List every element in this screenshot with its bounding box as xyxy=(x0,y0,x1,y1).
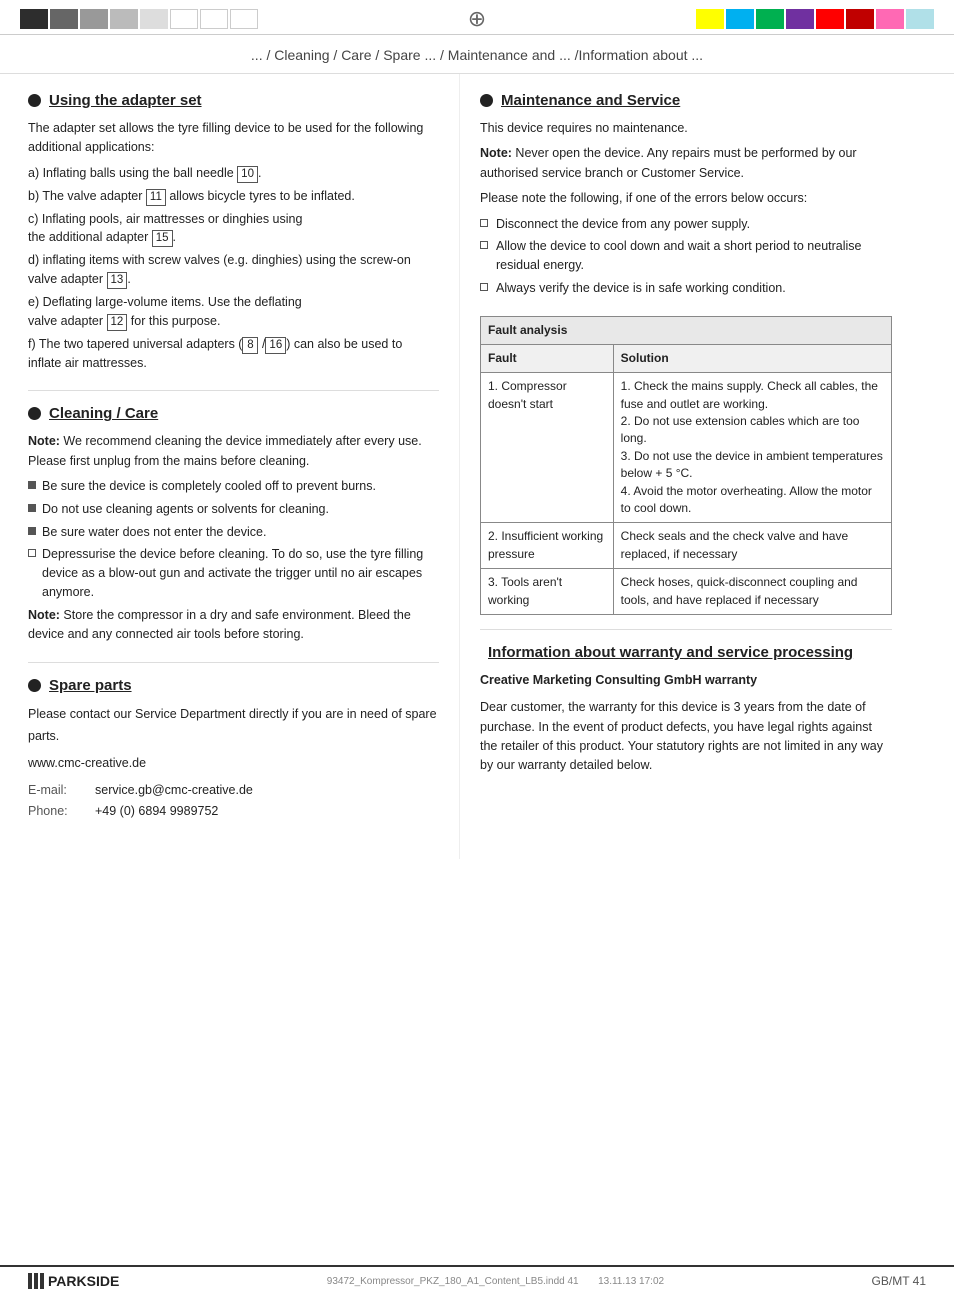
adapter-item-a: a) Inflating balls using the ball needle… xyxy=(28,164,439,183)
color-block-8 xyxy=(230,9,258,29)
spare-email-row: E-mail: service.gb@cmc-creative.de xyxy=(28,780,439,801)
maint-item-3: Always verify the device is in safe work… xyxy=(480,279,892,298)
open-bullet-icon xyxy=(28,549,36,557)
cleaning-care-section: Cleaning / Care Note: We recommend clean… xyxy=(28,405,439,644)
cleaning-item-4: Depressurise the device before cleaning.… xyxy=(28,545,439,601)
box-11: 11 xyxy=(146,189,166,206)
color-block-7 xyxy=(200,9,228,29)
spare-phone-row: Phone: +49 (0) 6894 9989752 xyxy=(28,801,439,822)
cleaning-note2: Note: Store the compressor in a dry and … xyxy=(28,606,439,645)
spare-parts-title: Spare parts xyxy=(28,677,439,694)
open-sq-icon-3 xyxy=(480,283,488,291)
cleaning-item-3: Be sure water does not enter the device. xyxy=(28,523,439,542)
breadcrumb: ... / Cleaning / Care / Spare ... / Main… xyxy=(0,35,954,74)
maintenance-note: Note: Never open the device. Any repairs… xyxy=(480,144,892,183)
adapter-list: a) Inflating balls using the ball needle… xyxy=(28,164,439,373)
spare-parts-body: Please contact our Service Department di… xyxy=(28,704,439,822)
fault-table-header: Fault Solution xyxy=(481,344,892,372)
parkside-bars xyxy=(28,1273,44,1289)
fault-row-3: 3. Tools aren't working Check hoses, qui… xyxy=(481,569,892,615)
color-block-3 xyxy=(80,9,108,29)
maint-item-2: Allow the device to cool down and wait a… xyxy=(480,237,892,275)
adapter-item-e: e) Deflating large-volume items. Use the… xyxy=(28,293,439,331)
adapter-item-f: f) The two tapered universal adapters (8… xyxy=(28,335,439,373)
cleaning-care-body: Note: We recommend cleaning the device i… xyxy=(28,432,439,644)
fault-table: Fault analysis Fault Solution 1. Compres… xyxy=(480,316,892,615)
maintenance-title: Maintenance and Service xyxy=(480,92,892,109)
open-sq-icon-1 xyxy=(480,219,488,227)
color-block-4 xyxy=(110,9,138,29)
footer: PARKSIDE 93472_Kompressor_PKZ_180_A1_Con… xyxy=(0,1265,954,1295)
box-12: 12 xyxy=(107,314,128,331)
fault-analysis-header-row: Fault analysis xyxy=(481,316,892,344)
box-10: 10 xyxy=(237,166,258,183)
bullet-icon-2 xyxy=(28,407,41,420)
filled-bullet-icon-3 xyxy=(28,527,36,535)
color-blocks-right xyxy=(696,9,934,29)
adapter-item-c: c) Inflating pools, air mattresses or di… xyxy=(28,210,439,248)
cleaning-item-1: Be sure the device is completely cooled … xyxy=(28,477,439,496)
warranty-subtitle: Creative Marketing Consulting GmbH warra… xyxy=(480,671,892,690)
bar-2 xyxy=(34,1273,38,1289)
page: ⊕ ... / Cleaning / Care / Spare ... / Ma… xyxy=(0,0,954,1305)
fault-row-2: 2. Insufficient working pressure Check s… xyxy=(481,523,892,569)
spare-parts-section: Spare parts Please contact our Service D… xyxy=(28,677,439,822)
bar-3 xyxy=(40,1273,44,1289)
bullet-icon xyxy=(28,94,41,107)
cleaning-list: Be sure the device is completely cooled … xyxy=(28,477,439,602)
color-block-cyan xyxy=(726,9,754,29)
bullet-icon-4 xyxy=(480,94,493,107)
maintenance-body: This device requires no maintenance. Not… xyxy=(480,119,892,298)
right-column: Maintenance and Service This device requ… xyxy=(460,74,920,859)
warranty-section: Information about warranty and service p… xyxy=(480,644,892,776)
color-block-6 xyxy=(170,9,198,29)
maintenance-section: Maintenance and Service This device requ… xyxy=(480,92,892,615)
color-blocks-left xyxy=(20,9,258,29)
bullet-icon-3 xyxy=(28,679,41,692)
parkside-logo: PARKSIDE xyxy=(28,1273,119,1289)
parkside-text: PARKSIDE xyxy=(48,1273,119,1289)
color-bar-container: ⊕ xyxy=(0,0,954,35)
crosshair-center: ⊕ xyxy=(468,8,486,30)
color-block-pink xyxy=(876,9,904,29)
adapter-set-title: Using the adapter set xyxy=(28,92,439,109)
color-block-yellow xyxy=(696,9,724,29)
warranty-title: Information about warranty and service p… xyxy=(480,644,892,661)
maint-item-1: Disconnect the device from any power sup… xyxy=(480,215,892,234)
cleaning-note: Note: We recommend cleaning the device i… xyxy=(28,432,439,471)
box-8: 8 xyxy=(242,337,258,354)
warranty-text: Dear customer, the warranty for this dev… xyxy=(480,698,892,776)
color-block-green xyxy=(756,9,784,29)
adapter-item-b: b) The valve adapter 11 allows bicycle t… xyxy=(28,187,439,206)
box-15: 15 xyxy=(152,230,173,247)
filled-bullet-icon-2 xyxy=(28,504,36,512)
cleaning-care-title: Cleaning / Care xyxy=(28,405,439,422)
color-block-red xyxy=(816,9,844,29)
open-sq-icon-2 xyxy=(480,241,488,249)
adapter-item-d: d) inflating items with screw valves (e.… xyxy=(28,251,439,289)
color-block-5 xyxy=(140,9,168,29)
color-block-2 xyxy=(50,9,78,29)
filled-bullet-icon xyxy=(28,481,36,489)
maintenance-list: Disconnect the device from any power sup… xyxy=(480,215,892,298)
bar-1 xyxy=(28,1273,32,1289)
color-block-darkred xyxy=(846,9,874,29)
footer-page-number: GB/MT 41 xyxy=(872,1274,926,1288)
main-content: Using the adapter set The adapter set al… xyxy=(0,74,954,859)
left-column: Using the adapter set The adapter set al… xyxy=(0,74,460,859)
warranty-body: Creative Marketing Consulting GmbH warra… xyxy=(480,671,892,776)
box-13: 13 xyxy=(107,272,128,289)
footer-file-note: 93472_Kompressor_PKZ_180_A1_Content_LB5.… xyxy=(119,1276,871,1287)
color-block-purple xyxy=(786,9,814,29)
color-block-lightblue xyxy=(906,9,934,29)
cleaning-item-2: Do not use cleaning agents or solvents f… xyxy=(28,500,439,519)
box-16: 16 xyxy=(265,337,286,354)
adapter-set-section: Using the adapter set The adapter set al… xyxy=(28,92,439,372)
color-block-1 xyxy=(20,9,48,29)
fault-row-1: 1. Compressor doesn't start 1. Check the… xyxy=(481,373,892,523)
adapter-set-body: The adapter set allows the tyre filling … xyxy=(28,119,439,372)
